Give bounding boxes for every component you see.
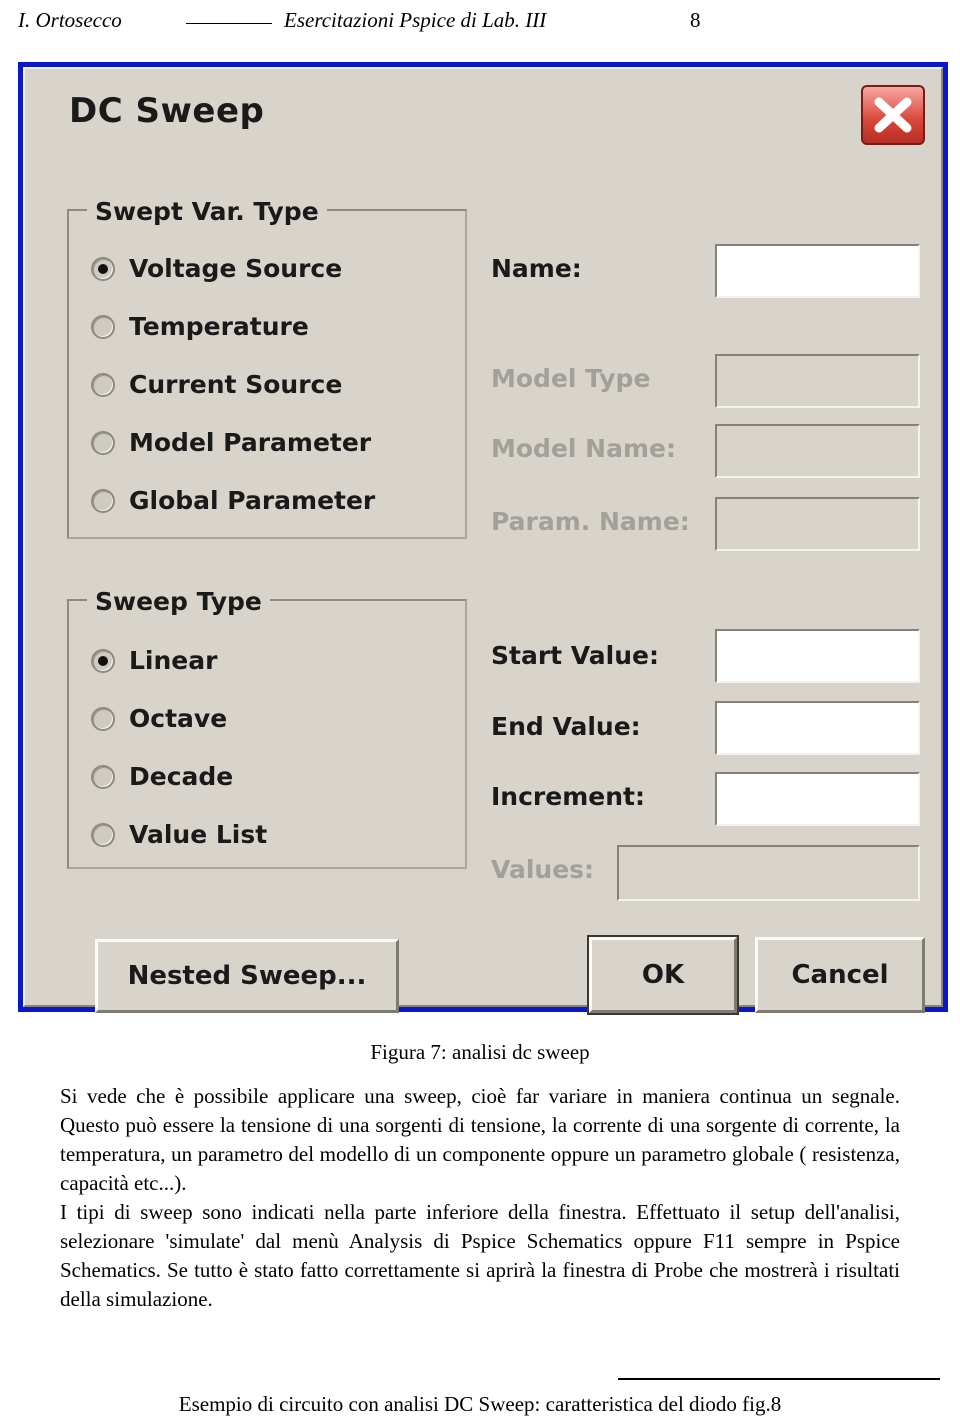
dc-sweep-dialog: DC Sweep Swept Var. Type Voltage Source … (23, 67, 943, 1013)
radio-value-list[interactable]: Value List (91, 820, 267, 849)
group-label-sweep-type: Sweep Type (87, 587, 270, 616)
group-label-swept-var-type: Swept Var. Type (87, 197, 327, 226)
radio-label-linear: Linear (129, 646, 218, 675)
label-name: Name: (491, 254, 582, 283)
page-header: I. Ortosecco Esercitazioni Pspice di Lab… (0, 0, 960, 46)
body-paragraph-2: I tipi di sweep sono indicati nella part… (60, 1200, 900, 1311)
header-author: I. Ortosecco (18, 8, 122, 32)
radio-icon-decade (91, 764, 115, 789)
radio-label-voltage-source: Voltage Source (129, 254, 343, 283)
radio-icon-linear (91, 648, 115, 673)
cancel-button[interactable]: Cancel (755, 937, 925, 1013)
radio-temperature[interactable]: Temperature (91, 312, 309, 341)
close-button[interactable] (861, 85, 925, 145)
input-end-value[interactable] (715, 701, 920, 755)
dc-sweep-dialog-screenshot: DC Sweep Swept Var. Type Voltage Source … (18, 62, 948, 1013)
body-paragraph-1: Si vede che è possibile applicare una sw… (60, 1084, 900, 1195)
radio-icon-temperature (91, 314, 115, 339)
footer-rule (618, 1378, 940, 1380)
header-rule (186, 23, 272, 24)
label-values: Values: (491, 855, 595, 884)
radio-label-value-list: Value List (129, 820, 268, 849)
ok-button[interactable]: OK (589, 937, 737, 1013)
radio-decade[interactable]: Decade (91, 762, 233, 791)
radio-icon-octave (91, 706, 115, 731)
close-icon (874, 97, 912, 133)
label-model-name: Model Name: (491, 434, 676, 463)
radio-voltage-source[interactable]: Voltage Source (91, 254, 342, 283)
input-param-name[interactable] (715, 497, 920, 551)
label-start-value: Start Value: (491, 641, 659, 670)
radio-icon-global-parameter (91, 488, 115, 513)
radio-icon-current-source (91, 372, 115, 397)
radio-icon-model-parameter (91, 430, 115, 455)
figure-caption: Figura 7: analisi dc sweep (370, 1040, 590, 1064)
input-model-name[interactable] (715, 424, 920, 478)
radio-label-octave: Octave (129, 704, 228, 733)
dialog-title: DC Sweep (69, 91, 265, 131)
radio-icon-value-list (91, 822, 115, 847)
radio-label-global-parameter: Global Parameter (129, 486, 376, 515)
header-title: Esercitazioni Pspice di Lab. III (284, 8, 547, 32)
label-model-type: Model Type (491, 364, 651, 393)
nested-sweep-button[interactable]: Nested Sweep... (95, 939, 399, 1013)
radio-label-temperature: Temperature (129, 312, 309, 341)
radio-icon-voltage-source (91, 256, 115, 281)
radio-model-parameter[interactable]: Model Parameter (91, 428, 371, 457)
input-increment[interactable] (715, 772, 920, 826)
radio-octave[interactable]: Octave (91, 704, 227, 733)
radio-global-parameter[interactable]: Global Parameter (91, 486, 375, 515)
radio-label-current-source: Current Source (129, 370, 343, 399)
input-start-value[interactable] (715, 629, 920, 683)
footer-text: Esempio di circuito con analisi DC Sweep… (178, 1392, 782, 1416)
label-param-name: Param. Name: (491, 507, 690, 536)
page-number: 8 (690, 8, 701, 32)
radio-current-source[interactable]: Current Source (91, 370, 342, 399)
radio-label-model-parameter: Model Parameter (129, 428, 372, 457)
label-increment: Increment: (491, 782, 645, 811)
radio-label-decade: Decade (129, 762, 234, 791)
input-name[interactable] (715, 244, 920, 298)
radio-linear[interactable]: Linear (91, 646, 217, 675)
label-end-value: End Value: (491, 712, 641, 741)
body-text: Si vede che è possibile applicare una sw… (60, 1082, 900, 1314)
input-values[interactable] (617, 845, 920, 901)
input-model-type[interactable] (715, 354, 920, 408)
